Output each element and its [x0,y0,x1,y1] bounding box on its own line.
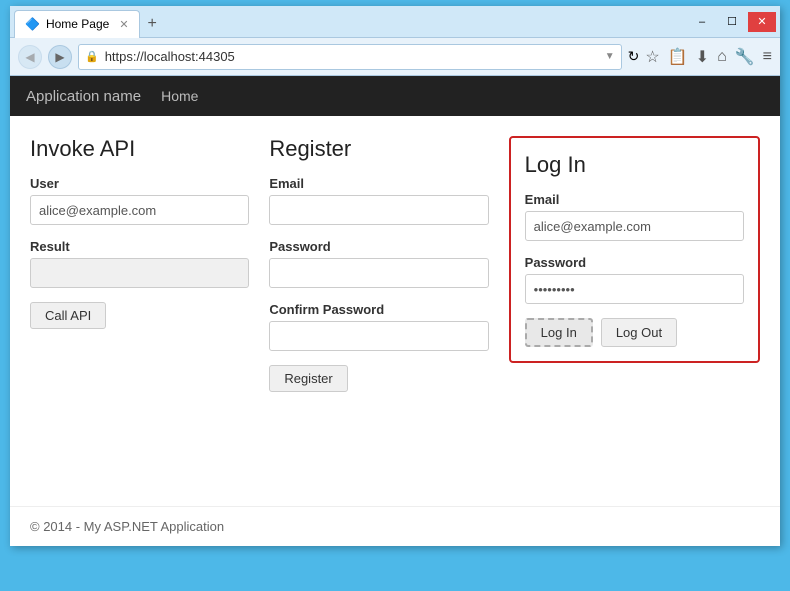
login-password-group: Password [525,255,744,304]
close-button[interactable]: ✕ [748,12,776,32]
user-label: User [30,176,249,191]
confirm-password-group: Confirm Password [269,302,488,351]
login-section: Log In Email Password Log In Log Out [509,136,760,363]
login-buttons: Log In Log Out [525,318,744,347]
browser-window: 🔷 Home Page ✕ + – ☐ ✕ ◀ ▶ 🔒 https://loca… [10,6,780,546]
url-text: https://localhost:44305 [105,49,599,64]
logout-button[interactable]: Log Out [601,318,677,347]
login-email-label: Email [525,192,744,207]
user-input[interactable] [30,195,249,225]
clipboard-icon[interactable]: 📋 [668,47,688,67]
register-section: Register Email Password Confirm Password… [269,136,488,392]
login-button[interactable]: Log In [525,318,593,347]
back-button[interactable]: ◀ [18,45,42,69]
register-email-group: Email [269,176,488,225]
minimize-button[interactable]: – [688,12,716,32]
login-password-label: Password [525,255,744,270]
call-api-button[interactable]: Call API [30,302,106,329]
refresh-icon[interactable]: ↻ [628,48,640,65]
address-bar: ◀ ▶ 🔒 https://localhost:44305 ▼ ↻ ☆ 📋 ⬇ … [10,38,780,76]
register-email-input[interactable] [269,195,488,225]
footer-text: © 2014 - My ASP.NET Application [30,519,224,534]
register-password-label: Password [269,239,488,254]
nav-home-link[interactable]: Home [161,88,198,104]
dropdown-arrow-icon: ▼ [605,51,615,62]
download-icon[interactable]: ⬇ [696,47,709,67]
title-bar: 🔷 Home Page ✕ + – ☐ ✕ [10,6,780,38]
register-password-group: Password [269,239,488,288]
result-field-group: Result [30,239,249,288]
app-navbar: Application name Home [10,76,780,116]
confirm-password-label: Confirm Password [269,302,488,317]
register-button[interactable]: Register [269,365,347,392]
menu-icon[interactable]: ≡ [763,48,772,66]
forward-button[interactable]: ▶ [48,45,72,69]
confirm-password-input[interactable] [269,321,488,351]
sections-row: Invoke API User Result Call API Register… [30,136,760,392]
result-input [30,258,249,288]
maximize-button[interactable]: ☐ [718,12,746,32]
page-footer: © 2014 - My ASP.NET Application [10,506,780,546]
login-email-group: Email [525,192,744,241]
tab-title: Home Page [46,17,109,31]
browser-tab[interactable]: 🔷 Home Page ✕ [14,10,140,38]
lock-icon: 🔒 [85,50,99,63]
new-tab-button[interactable]: + [140,15,165,33]
register-email-label: Email [269,176,488,191]
login-title: Log In [525,152,744,178]
invoke-api-section: Invoke API User Result Call API [30,136,249,329]
login-password-input[interactable] [525,274,744,304]
app-name: Application name [26,88,141,105]
invoke-api-title: Invoke API [30,136,249,162]
star-icon[interactable]: ☆ [645,47,659,67]
tab-icon: 🔷 [25,17,40,31]
tab-close-btn[interactable]: ✕ [119,18,128,31]
tab-bar: 🔷 Home Page ✕ + [14,6,165,38]
toolbar-icons: ☆ 📋 ⬇ ⌂ 🔧 ≡ [645,47,772,67]
extension-icon[interactable]: 🔧 [735,47,755,67]
register-title: Register [269,136,488,162]
register-password-input[interactable] [269,258,488,288]
home-icon[interactable]: ⌂ [717,48,727,66]
login-email-input[interactable] [525,211,744,241]
url-box[interactable]: 🔒 https://localhost:44305 ▼ [78,44,622,70]
result-label: Result [30,239,249,254]
page-content: Invoke API User Result Call API Register… [10,116,780,496]
window-controls: – ☐ ✕ [688,12,776,32]
user-field-group: User [30,176,249,225]
